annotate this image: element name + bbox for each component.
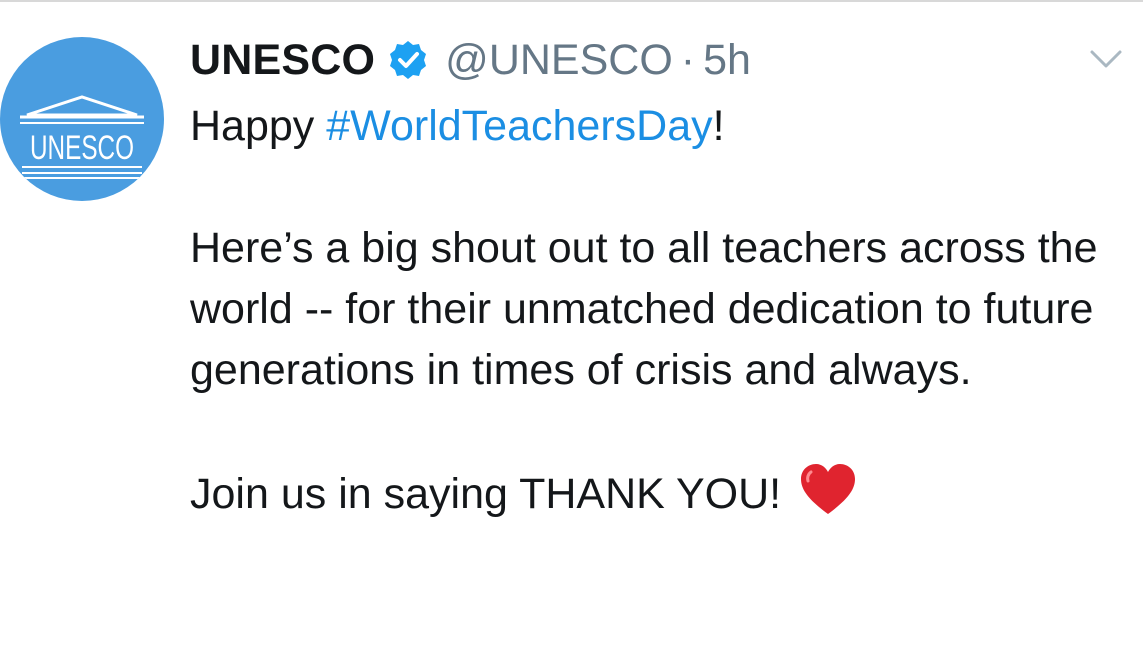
unesco-logo-icon: UNESCO [20, 95, 144, 179]
top-divider [0, 0, 1143, 2]
verified-badge-icon [387, 39, 429, 81]
hashtag-link[interactable]: #WorldTeachersDay [326, 102, 712, 150]
thank-you-text: Join us in saying THANK YOU! [190, 470, 782, 518]
account-name[interactable]: UNESCO [190, 36, 375, 85]
avatar[interactable]: UNESCO [0, 37, 164, 201]
tweet-text: Happy #WorldTeachersDay! Here’s a big sh… [190, 96, 1110, 525]
timestamp[interactable]: 5h [703, 36, 751, 85]
tweet-punctuation: ! [712, 102, 725, 150]
account-handle[interactable]: @UNESCO [445, 36, 673, 85]
tweet-greeting: Happy [190, 102, 327, 150]
chevron-down-icon[interactable] [1088, 46, 1124, 72]
meta-separator: · [680, 35, 696, 84]
tweet-header: UNESCO @UNESCO · 5h [190, 30, 751, 90]
tweet-paragraph-3: Join us in saying THANK YOU! [190, 462, 1110, 525]
tweet-paragraph-2: Here’s a big shout out to all teachers a… [190, 224, 1098, 394]
logo-text: UNESCO [30, 129, 134, 167]
tweet-line-1: Happy #WorldTeachersDay! [190, 96, 1110, 157]
heart-icon [799, 462, 857, 518]
